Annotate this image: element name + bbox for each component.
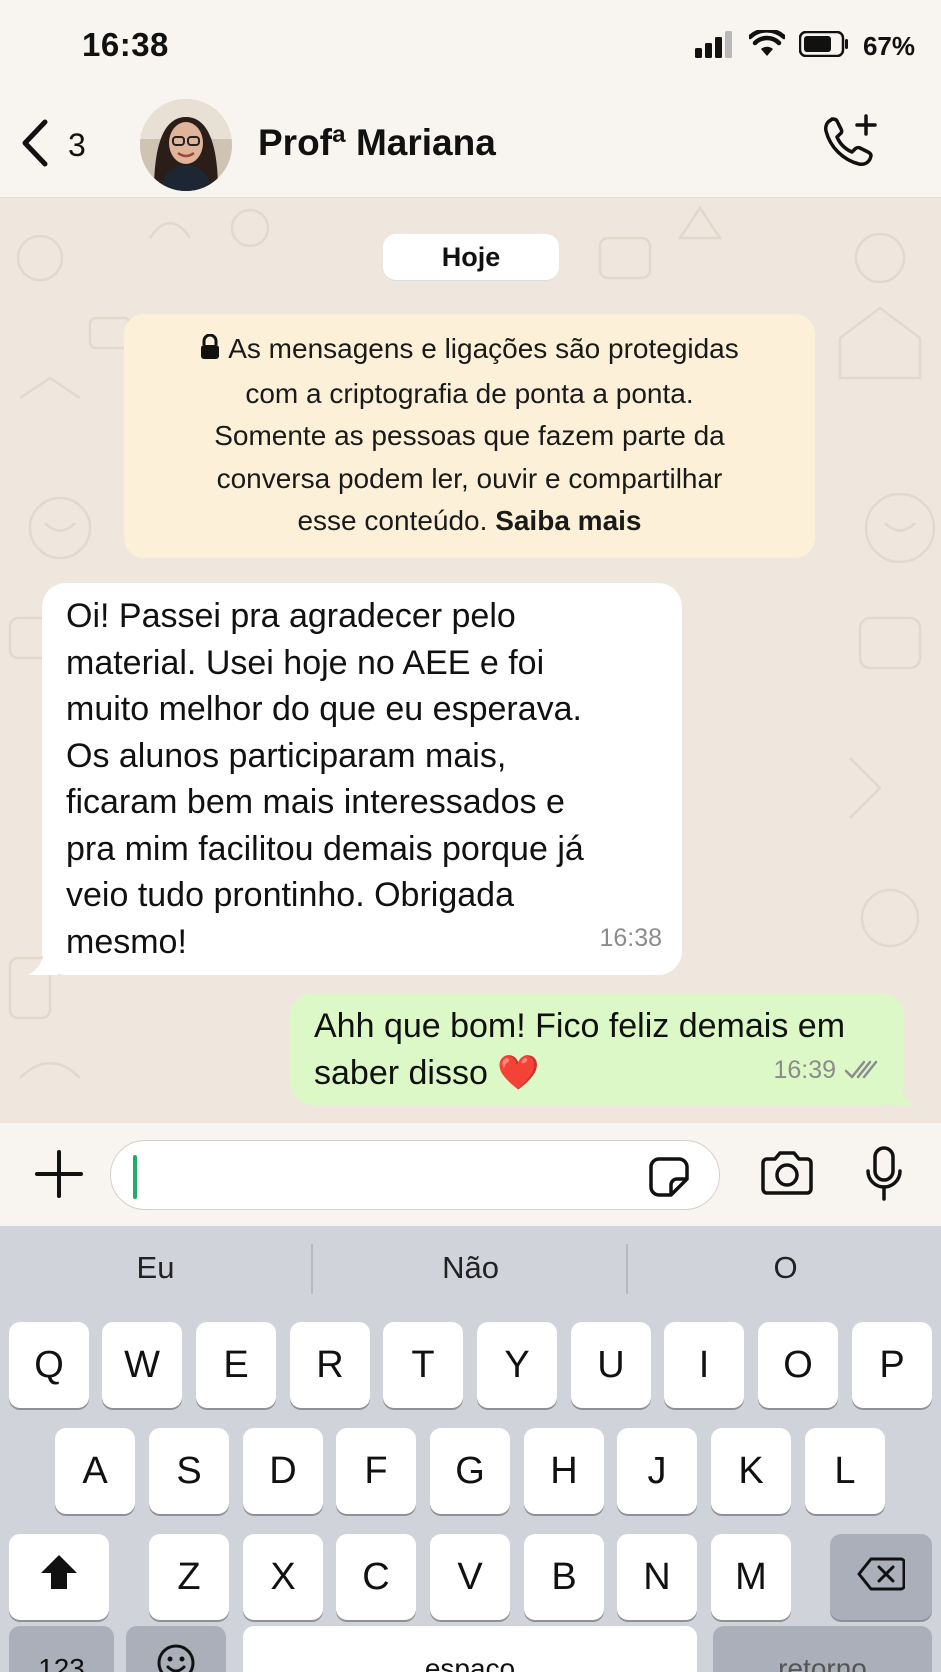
backspace-icon xyxy=(857,1536,906,1622)
key-s[interactable]: S xyxy=(149,1428,229,1514)
message-line: Os alunos participaram mais, xyxy=(66,736,507,775)
shift-key[interactable] xyxy=(9,1534,109,1620)
incoming-message[interactable]: Oi! Passei pra agradecer pelo material. … xyxy=(42,583,682,975)
key-k[interactable]: K xyxy=(711,1428,791,1514)
key-h[interactable]: H xyxy=(524,1428,604,1514)
message-line: veio tudo prontinho. Obrigada xyxy=(66,876,514,914)
avatar[interactable] xyxy=(140,99,232,191)
message-line: mesmo! xyxy=(66,922,187,961)
outgoing-message[interactable]: Ahh que bom! Fico feliz demais em saber … xyxy=(290,993,904,1105)
key-a[interactable]: A xyxy=(55,1428,135,1514)
plus-icon xyxy=(34,1150,84,1203)
key-o[interactable]: O xyxy=(758,1322,838,1408)
emoji-icon xyxy=(156,1628,196,1672)
key-p[interactable]: P xyxy=(852,1322,932,1408)
key-m[interactable]: M xyxy=(711,1534,791,1620)
suggestion-item[interactable]: O xyxy=(630,1226,941,1310)
key-w[interactable]: W xyxy=(102,1322,182,1408)
wifi-icon xyxy=(747,28,787,63)
status-bar: 16:38 67% xyxy=(0,0,941,92)
chat-header: 3 Profª Mariana xyxy=(0,92,941,198)
numbers-key[interactable]: 123 xyxy=(9,1626,114,1672)
add-call-button[interactable] xyxy=(821,114,879,177)
battery-icon xyxy=(798,30,849,62)
encryption-line-1: As mensagens e ligações são protegidas xyxy=(154,328,785,373)
key-z[interactable]: Z xyxy=(149,1534,229,1620)
microphone-icon xyxy=(864,1146,904,1207)
message-composer xyxy=(0,1123,941,1226)
message-line: pra mim facilitou demais porque já xyxy=(66,829,584,868)
key-b[interactable]: B xyxy=(524,1534,604,1620)
key-l[interactable]: L xyxy=(805,1428,885,1514)
space-key[interactable]: espaço xyxy=(243,1626,697,1672)
key-c[interactable]: C xyxy=(336,1534,416,1620)
key-x[interactable]: X xyxy=(243,1534,323,1620)
key-q[interactable]: Q xyxy=(9,1322,89,1408)
message-line: Oi! Passei pra agradecer pelo xyxy=(66,597,516,635)
key-j[interactable]: J xyxy=(617,1428,697,1514)
keyboard: Eu Não O Q W E R T Y U I O P A S D F G H… xyxy=(0,1226,941,1672)
key-g[interactable]: G xyxy=(430,1428,510,1514)
status-time: 16:38 xyxy=(82,26,169,63)
delete-key[interactable] xyxy=(830,1534,932,1620)
key-r[interactable]: R xyxy=(290,1322,370,1408)
status-indicators: 67% xyxy=(694,28,915,63)
sticker-button[interactable] xyxy=(647,1155,691,1204)
date-separator: Hoje xyxy=(383,234,559,280)
key-u[interactable]: U xyxy=(571,1322,651,1408)
message-line: muito melhor do que eu esperava. xyxy=(66,690,582,728)
suggestion-divider xyxy=(311,1244,313,1294)
message-line: material. Usei hoje no AEE e foi xyxy=(66,643,545,682)
double-check-icon xyxy=(844,1047,882,1094)
contact-name[interactable]: Profª Mariana xyxy=(258,122,496,164)
shift-icon xyxy=(39,1536,79,1622)
back-button[interactable]: 3 xyxy=(20,118,86,173)
key-e[interactable]: E xyxy=(196,1322,276,1408)
camera-icon xyxy=(758,1151,816,1201)
attach-button[interactable] xyxy=(34,1149,84,1204)
message-input[interactable] xyxy=(110,1140,720,1210)
return-key[interactable]: retorno xyxy=(713,1626,932,1672)
message-timestamp: 16:38 xyxy=(599,923,662,952)
encryption-text-1: As mensagens e ligações são protegidas xyxy=(228,333,739,364)
message-timestamp: 16:39 xyxy=(773,1055,836,1084)
key-v[interactable]: V xyxy=(430,1534,510,1620)
camera-button[interactable] xyxy=(758,1151,816,1202)
chat-area[interactable]: Hoje As mensagens e ligações são protegi… xyxy=(0,198,941,1123)
encryption-line-3: Somente as pessoas que fazem parte da xyxy=(214,420,725,451)
message-meta: 16:39 xyxy=(773,1047,882,1094)
message-line: Ahh que bom! Fico feliz demais em xyxy=(314,1007,846,1045)
key-n[interactable]: N xyxy=(617,1534,697,1620)
signal-icon xyxy=(694,30,735,63)
encryption-line-2: com a criptografia de ponta a ponta. xyxy=(245,377,694,409)
message-line: ficaram bem mais interessados e xyxy=(66,783,565,821)
chevron-left-icon xyxy=(20,118,50,173)
encryption-line-4: conversa podem ler, ouvir e compartilhar xyxy=(216,462,723,494)
key-i[interactable]: I xyxy=(664,1322,744,1408)
key-f[interactable]: F xyxy=(336,1428,416,1514)
battery-percentage: 67% xyxy=(862,31,915,61)
key-d[interactable]: D xyxy=(243,1428,323,1514)
suggestion-bar: Eu Não O xyxy=(0,1226,941,1310)
emoji-key[interactable] xyxy=(126,1626,226,1672)
microphone-button[interactable] xyxy=(864,1145,904,1208)
lock-icon xyxy=(200,330,220,373)
key-y[interactable]: Y xyxy=(477,1322,557,1408)
encryption-text-5: esse conteúdo. xyxy=(297,505,488,536)
suggestion-item[interactable]: Não xyxy=(315,1226,626,1310)
suggestion-item[interactable]: Eu xyxy=(0,1226,311,1310)
unread-count: 3 xyxy=(68,127,86,163)
sticker-icon xyxy=(647,1157,691,1203)
phone-plus-icon xyxy=(821,114,879,176)
key-t[interactable]: T xyxy=(383,1322,463,1408)
text-caret xyxy=(133,1155,137,1199)
suggestion-divider xyxy=(626,1244,628,1294)
learn-more-link[interactable]: Saiba mais xyxy=(495,505,641,536)
encryption-line-5: esse conteúdo. Saiba mais xyxy=(154,500,785,543)
encryption-notice[interactable]: As mensagens e ligações são protegidas c… xyxy=(124,314,815,558)
